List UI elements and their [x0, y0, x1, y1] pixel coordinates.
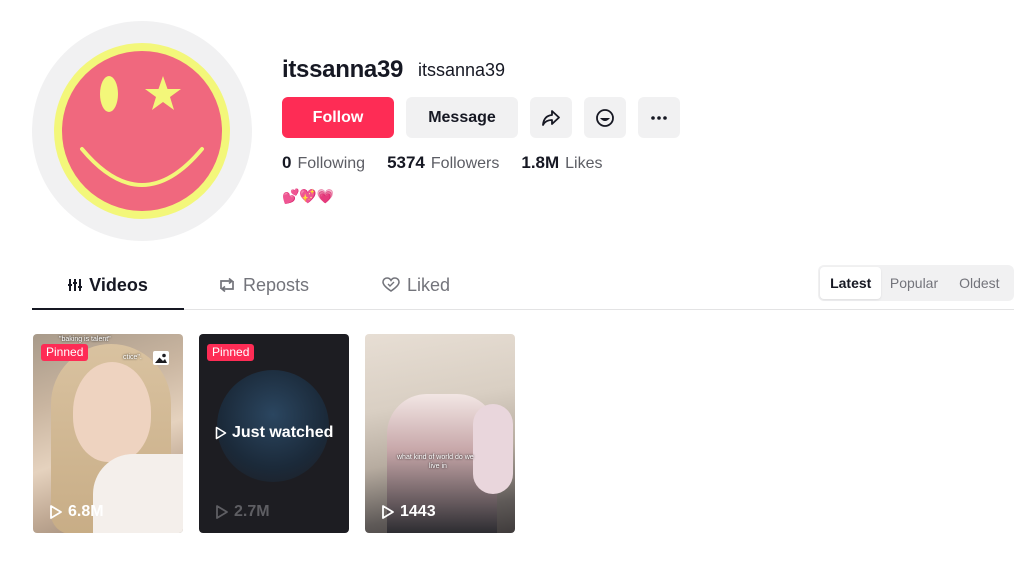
tab-liked[interactable]: Liked	[382, 272, 450, 310]
heart-outline-icon	[382, 272, 400, 298]
profile-avatar[interactable]	[32, 21, 252, 241]
profile-username: itssanna39	[282, 56, 404, 83]
video-thumbnail-body	[93, 454, 183, 533]
followers-count: 5374	[387, 153, 425, 172]
likes-count: 1.8M	[521, 153, 560, 172]
profile-stats: 0 Following 5374 Followers 1.8M Likes	[282, 153, 625, 173]
message-button[interactable]: Message	[406, 97, 518, 138]
repost-icon	[218, 272, 236, 298]
share-button[interactable]	[530, 97, 572, 138]
following-label: Following	[297, 155, 366, 172]
emoji-face-icon	[596, 108, 614, 127]
sort-latest[interactable]: Latest	[820, 267, 882, 299]
sort-popular[interactable]: Popular	[881, 267, 946, 299]
just-watched-text: Just watched	[232, 424, 334, 441]
likes-stat: 1.8M Likes	[521, 153, 602, 173]
play-icon	[49, 504, 63, 520]
tab-liked-label: Liked	[407, 275, 451, 295]
play-icon	[381, 504, 395, 520]
video-card[interactable]: Pinned Just watched 2.7M	[199, 334, 349, 533]
video-card[interactable]: what kind of world do we live in 1443	[365, 334, 515, 533]
pinned-badge: Pinned	[207, 344, 255, 361]
followers-stat[interactable]: 5374 Followers	[387, 153, 499, 173]
pinned-badge: Pinned	[41, 344, 89, 361]
profile-nickname: itssanna39	[418, 60, 506, 80]
follow-button[interactable]: Follow	[282, 97, 394, 138]
video-plays: 6.8M	[49, 503, 104, 521]
share-arrow-icon	[542, 109, 560, 126]
tab-reposts[interactable]: Reposts	[218, 272, 309, 310]
following-stat[interactable]: 0 Following	[282, 153, 365, 173]
just-watched-label: Just watched	[215, 424, 333, 442]
smiley-avatar-icon	[54, 43, 230, 219]
photo-post-icon	[153, 351, 169, 365]
tab-videos-label: Videos	[89, 275, 148, 295]
video-play-count: 2.7M	[234, 503, 270, 520]
emoji-button[interactable]	[584, 97, 626, 138]
video-overlay-text: what kind of world do we	[397, 454, 474, 461]
more-dots-icon	[651, 115, 667, 120]
likes-label: Likes	[565, 155, 603, 172]
following-count: 0	[282, 153, 292, 172]
video-play-count: 6.8M	[68, 503, 104, 520]
profile-bio: 💕💖💗	[282, 188, 335, 204]
tab-reposts-label: Reposts	[243, 275, 310, 295]
sort-switcher: Latest Popular Oldest	[818, 265, 1014, 301]
more-options-button[interactable]	[638, 97, 680, 138]
video-overlay-text: "baking is talent"	[59, 336, 111, 343]
video-play-count: 1443	[400, 503, 436, 520]
followers-label: Followers	[430, 155, 500, 172]
video-thumbnail-balloons	[473, 404, 513, 494]
video-overlay-text-sub: ctice".	[123, 354, 142, 361]
play-icon	[215, 426, 227, 440]
video-overlay-text-sub: live in	[429, 463, 447, 470]
sort-oldest[interactable]: Oldest	[947, 267, 1012, 299]
grid-bars-icon	[68, 272, 83, 298]
video-thumbnail-face	[73, 362, 151, 462]
video-plays: 2.7M	[215, 503, 270, 521]
video-card[interactable]: "baking is talent" ctice". Pinned 6.8M	[33, 334, 183, 533]
tab-videos[interactable]: Videos	[32, 272, 184, 310]
video-plays: 1443	[381, 503, 436, 521]
play-icon	[215, 504, 229, 520]
